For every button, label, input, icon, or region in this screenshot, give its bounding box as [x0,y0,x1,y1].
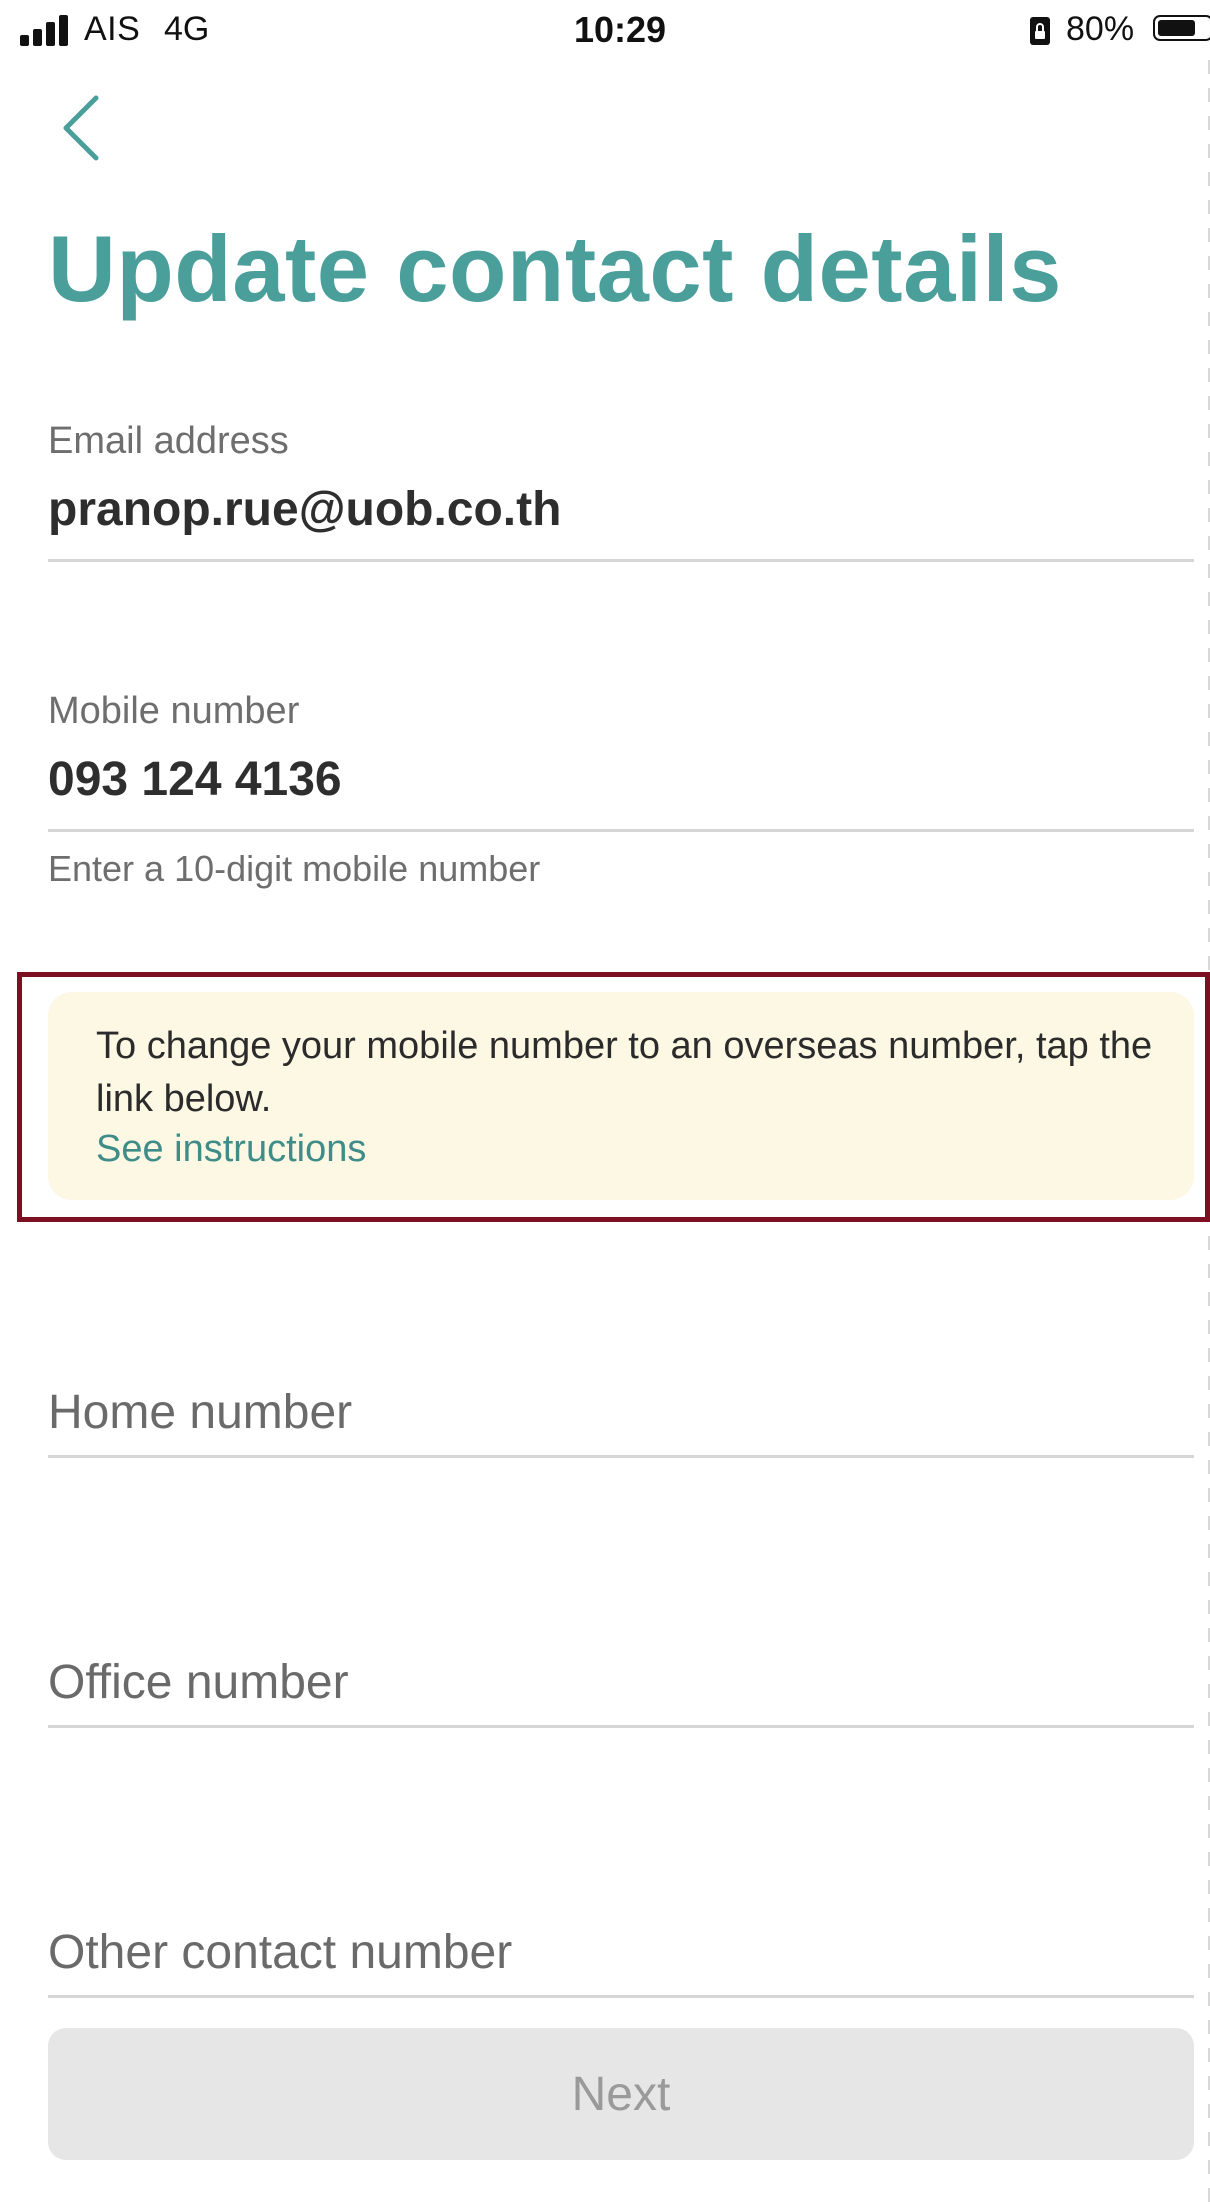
overseas-number-notice: To change your mobile number to an overs… [48,992,1194,1200]
mobile-value[interactable]: 093 124 4136 [48,752,342,807]
notice-text: To change your mobile number to an overs… [96,1025,1153,1120]
email-value[interactable]: pranop.rue@uob.co.th [48,482,561,537]
office-number-field[interactable]: Office number [48,1655,1194,1730]
status-bar: AIS 4G 10:29 80% [0,0,1210,62]
home-number-placeholder: Home number [48,1386,353,1439]
email-label: Email address [48,420,289,462]
battery-icon [1153,15,1210,45]
mobile-hint: Enter a 10-digit mobile number [48,848,541,889]
battery-percent: 80% [1066,10,1135,48]
mobile-label: Mobile number [48,690,300,732]
email-underline [48,559,1194,562]
back-button[interactable] [50,88,110,168]
next-button[interactable]: Next [48,2028,1194,2160]
other-contact-number-underline [48,1995,1194,1998]
mobile-underline [48,829,1194,832]
office-number-placeholder: Office number [48,1656,349,1709]
other-contact-number-field[interactable]: Other contact number [48,1925,1194,2000]
office-number-underline [48,1725,1194,1728]
other-contact-number-placeholder: Other contact number [48,1926,513,1979]
mobile-field[interactable]: Mobile number 093 124 4136 Enter a 10-di… [48,690,1194,890]
see-instructions-link[interactable]: See instructions [96,1128,366,1171]
chevron-left-icon [63,95,99,161]
home-number-underline [48,1455,1194,1458]
home-number-field[interactable]: Home number [48,1385,1194,1460]
email-field[interactable]: Email address pranop.rue@uob.co.th [48,420,1194,565]
page-title: Update contact details [48,216,1062,321]
portrait-lock-icon [1030,17,1050,45]
